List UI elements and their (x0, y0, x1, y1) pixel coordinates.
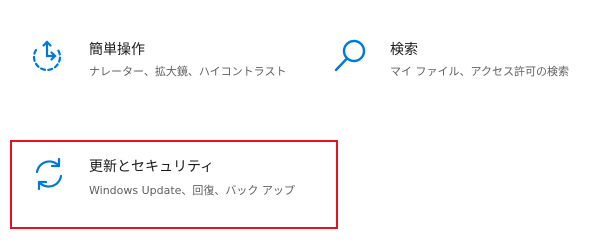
tile-description: マイ ファイル、アクセス許可の検索 (390, 65, 569, 78)
tile-title: 更新とセキュリティ (89, 159, 215, 175)
settings-tile-update-security[interactable]: 更新とセキュリティ Windows Update、回復、バック アップ (10, 140, 338, 229)
sync-icon (29, 154, 69, 194)
ease-of-access-icon (27, 36, 67, 76)
settings-tile-ease-of-access[interactable]: 簡単操作 ナレーター、拡大鏡、ハイコントラスト (0, 0, 320, 110)
tile-description: Windows Update、回復、バック アップ (89, 184, 295, 197)
tile-description: ナレーター、拡大鏡、ハイコントラスト (89, 65, 287, 78)
search-icon (330, 36, 370, 76)
tile-title: 検索 (390, 42, 418, 58)
settings-tile-search[interactable]: 検索 マイ ファイル、アクセス許可の検索 (320, 0, 600, 110)
tile-title: 簡単操作 (89, 42, 145, 58)
settings-home: 簡単操作 ナレーター、拡大鏡、ハイコントラスト 検索 マイ ファイル、アクセス許… (0, 0, 600, 250)
